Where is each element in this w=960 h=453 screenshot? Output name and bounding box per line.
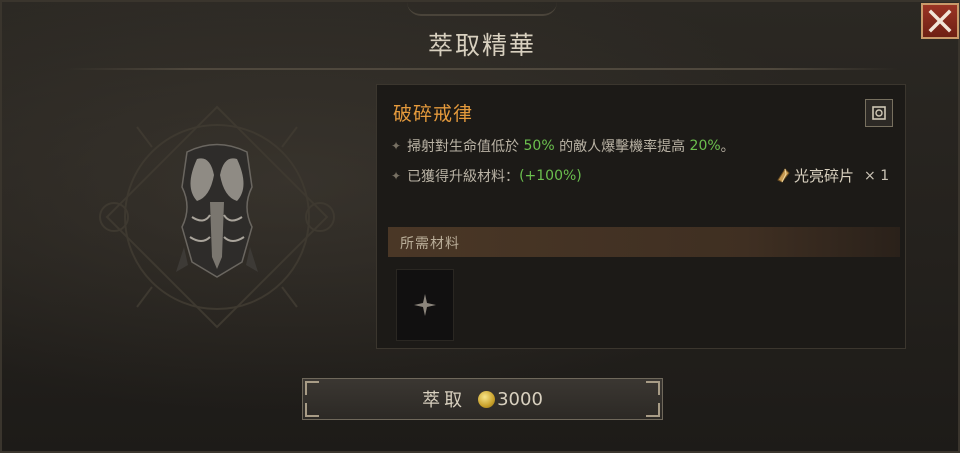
reward-quantity: × 1: [864, 167, 890, 184]
aspect-effect-line: ✦ 掃射對生命值低於 50% 的敵人爆擊機率提高 20% 。: [391, 136, 735, 156]
extract-button[interactable]: 萃取 3000: [302, 378, 663, 420]
reward-name: 光亮碎片: [794, 167, 855, 185]
upgrade-material-line: ✦ 已獲得升級材料： (+100%): [391, 166, 582, 186]
effect-prefix: 掃射對生命值低於: [407, 139, 520, 155]
bullet-icon: ✦: [391, 139, 402, 153]
bullet-icon: ✦: [391, 169, 402, 183]
reward-material: 光亮碎片 × 1: [775, 165, 889, 186]
gold-coin-icon: [478, 390, 496, 408]
extract-cost: 3000: [497, 388, 543, 410]
close-x-icon: [928, 9, 952, 33]
close-button[interactable]: [921, 3, 959, 39]
upgrade-label: 已獲得升級材料：: [407, 169, 520, 185]
shard-icon: [777, 167, 790, 183]
required-materials-header: 所需材料: [388, 227, 900, 257]
cross-icon: [414, 294, 436, 316]
extract-essence-dialog: 萃取精華 破碎戒律 ✦ 掃射對生命值低於 50% 的敵人爆擊機率提高 20% 。…: [0, 0, 960, 453]
aspect-name: 破碎戒律: [393, 103, 474, 125]
aspect-info-panel: 破碎戒律 ✦ 掃射對生命值低於 50% 的敵人爆擊機率提高 20% 。 ✦ 已獲…: [376, 84, 906, 349]
effect-value-bonus: 20%: [689, 138, 721, 154]
effect-middle: 的敵人爆擊機率提高: [559, 139, 686, 155]
upgrade-value: (+100%): [519, 168, 582, 184]
armor-chest-icon: [99, 105, 335, 329]
title-divider: [66, 68, 898, 70]
required-material-slot[interactable]: [396, 269, 454, 341]
extract-label: 萃取: [422, 390, 467, 411]
effect-value-threshold: 50%: [523, 138, 555, 154]
effect-suffix: 。: [720, 139, 735, 155]
top-ornament: [407, 2, 557, 16]
dialog-title: 萃取精華: [427, 31, 536, 60]
aspect-emblem: [92, 97, 342, 337]
codex-button[interactable]: [865, 99, 893, 127]
codex-scroll-icon: [872, 106, 886, 120]
